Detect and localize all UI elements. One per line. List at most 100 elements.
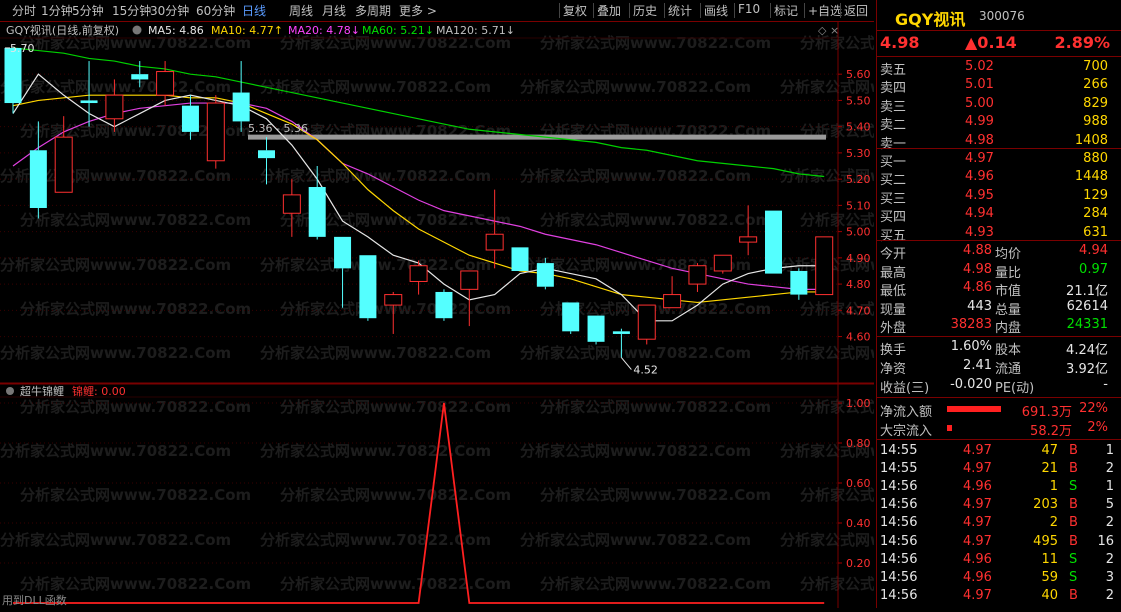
period-tab-10[interactable]: 更多 > [399,2,437,19]
sell-order-row[interactable]: 卖三 5.00 829 [877,95,1120,115]
toolbar-action-3[interactable]: 统计 [668,2,692,19]
candle-body[interactable] [206,102,225,162]
indicator-tick-label: 0.20 [846,557,871,570]
quote-value: 38283 [950,317,992,333]
candle-body[interactable] [258,150,275,159]
sell-order-row[interactable]: 卖五 5.02 700 [877,58,1120,78]
kline-chart[interactable]: 分析家公式网www.70822.Com 分析家公式网www.70822.Com 分析… [0,21,874,608]
watermark-text: 分析家公式网www.70822.Com [800,575,874,593]
period-tab-9[interactable]: 多周期 [355,2,391,19]
tick-row[interactable]: 14:56 4.97 40 B 2 [877,587,1120,605]
toolbar-action-1[interactable]: 叠加 [597,2,621,19]
period-tab-2[interactable]: 5分钟 [72,2,104,19]
buy-order-label: 买三 [880,191,907,207]
buy-order-row[interactable]: 买三 4.95 129 [877,187,1120,207]
buy-order-row[interactable]: 买一 4.97 880 [877,150,1120,170]
quote-label: 均价 [995,247,1022,262]
toolbar-action-7[interactable]: +自选 [808,2,842,19]
period-tab-5[interactable]: 60分钟 [196,2,235,19]
ma-label-1: MA10: 4.77↑ [211,24,283,37]
sell-order-row[interactable]: 卖一 4.98 1408 [877,132,1120,152]
candle-body[interactable] [435,291,453,319]
expand-icon[interactable]: ◇ [818,24,827,37]
watermark-text: 分析家公式网www.70822.Com [520,442,751,460]
tick-row[interactable]: 14:56 4.97 495 B 16 [877,533,1120,551]
indicator-tick-label: 1.00 [846,397,871,410]
price-tick-label: 4.70 [846,304,871,317]
buy-order-row[interactable]: 买四 4.94 284 [877,205,1120,225]
candle-body[interactable] [29,150,47,208]
toolbar-action-2[interactable]: 历史 [633,2,657,19]
candle-body[interactable] [536,263,554,287]
candle-body[interactable] [663,294,682,309]
tick-row[interactable]: 14:56 4.97 203 B 5 [877,496,1120,514]
period-tab-7[interactable]: 周线 [289,2,313,19]
candle-body[interactable] [54,136,73,193]
candle-body[interactable] [384,294,403,306]
tick-row[interactable]: 14:56 4.96 11 S 2 [877,551,1120,569]
candle-body[interactable] [4,47,22,104]
tick-row[interactable]: 14:56 4.96 59 S 3 [877,569,1120,587]
candle-body[interactable] [131,74,149,80]
quote-row: 最高 4.98 量比 0.97 [877,261,1120,281]
period-tab-0[interactable]: 分时 [12,2,36,19]
buy-order-row[interactable]: 买二 4.96 1448 [877,168,1120,188]
period-tab-6[interactable]: 日线 [242,2,266,19]
tick-side: B [1069,587,1078,603]
candle-body[interactable] [790,270,808,295]
candle-body[interactable] [308,187,326,237]
watermark-text: 分析家公式网www.70822.Com [260,167,491,185]
candle-body[interactable] [612,331,630,334]
candle-body[interactable] [359,255,377,319]
candle-body[interactable] [282,194,301,214]
ma-label-2: MA20: 4.78↓ [288,24,360,37]
quote-label: 市值 [995,284,1022,300]
candle-body[interactable] [688,265,707,285]
watermark-text: 分析家公式网www.70822.Com [20,398,251,416]
sell-order-row[interactable]: 卖四 5.01 266 [877,76,1120,96]
candle-body[interactable] [80,100,98,104]
candle-body[interactable] [562,302,580,332]
candle-body[interactable] [485,233,504,251]
period-tab-8[interactable]: 月线 [322,2,346,19]
period-tab-4[interactable]: 30分钟 [150,2,189,19]
ma-settings-icon[interactable] [132,25,142,35]
candle-body[interactable] [232,92,250,122]
indicator-settings-icon[interactable] [6,387,14,395]
candle-body[interactable] [739,236,758,243]
watermark-text: 分析家公式网www.70822.Com [520,531,751,549]
tick-row[interactable]: 14:55 4.97 47 B 1 [877,442,1120,460]
toolbar-action-8[interactable]: 返回 [844,2,868,19]
toolbar-action-0[interactable]: 复权 [563,2,587,19]
candle-body[interactable] [334,236,352,269]
candle-body[interactable] [765,210,782,274]
toolbar-action-5[interactable]: F10 [738,2,760,16]
toolbar-action-4[interactable]: 画线 [704,2,728,19]
candle-body[interactable] [156,71,175,96]
close-icon[interactable]: × [830,24,839,37]
period-tab-3[interactable]: 15分钟 [112,2,151,19]
indicator-tick-label: 0.60 [846,477,871,490]
candle-body[interactable] [409,265,428,282]
candle-body[interactable] [815,236,834,296]
candle-body[interactable] [637,304,656,340]
toolbar-action-6[interactable]: 标记 [774,2,798,19]
watermark-text: 分析家公式网www.70822.Com [780,531,874,549]
candle-body[interactable] [713,254,732,272]
tick-row[interactable]: 14:55 4.97 21 B 2 [877,460,1120,478]
tick-row[interactable]: 14:56 4.96 1 S 1 [877,478,1120,496]
sell-order-row[interactable]: 卖二 4.99 988 [877,113,1120,133]
buy-order-row[interactable]: 买五 4.93 631 [877,224,1120,244]
candle-body[interactable] [181,105,199,132]
candle-body[interactable] [105,94,124,120]
watermark-text: 分析家公式网www.70822.Com [520,167,751,185]
tick-volume: 203 [1033,497,1058,513]
tick-row[interactable]: 14:56 4.97 2 B 2 [877,514,1120,532]
candle-body[interactable] [460,270,479,290]
candle-body[interactable] [587,315,605,342]
period-tab-1[interactable]: 1分钟 [41,2,73,19]
indicator-title: 超牛锦鲤 [20,384,64,398]
candle-body[interactable] [511,247,529,271]
tick-side: B [1069,515,1078,531]
price-tick-label: 4.90 [846,252,871,265]
